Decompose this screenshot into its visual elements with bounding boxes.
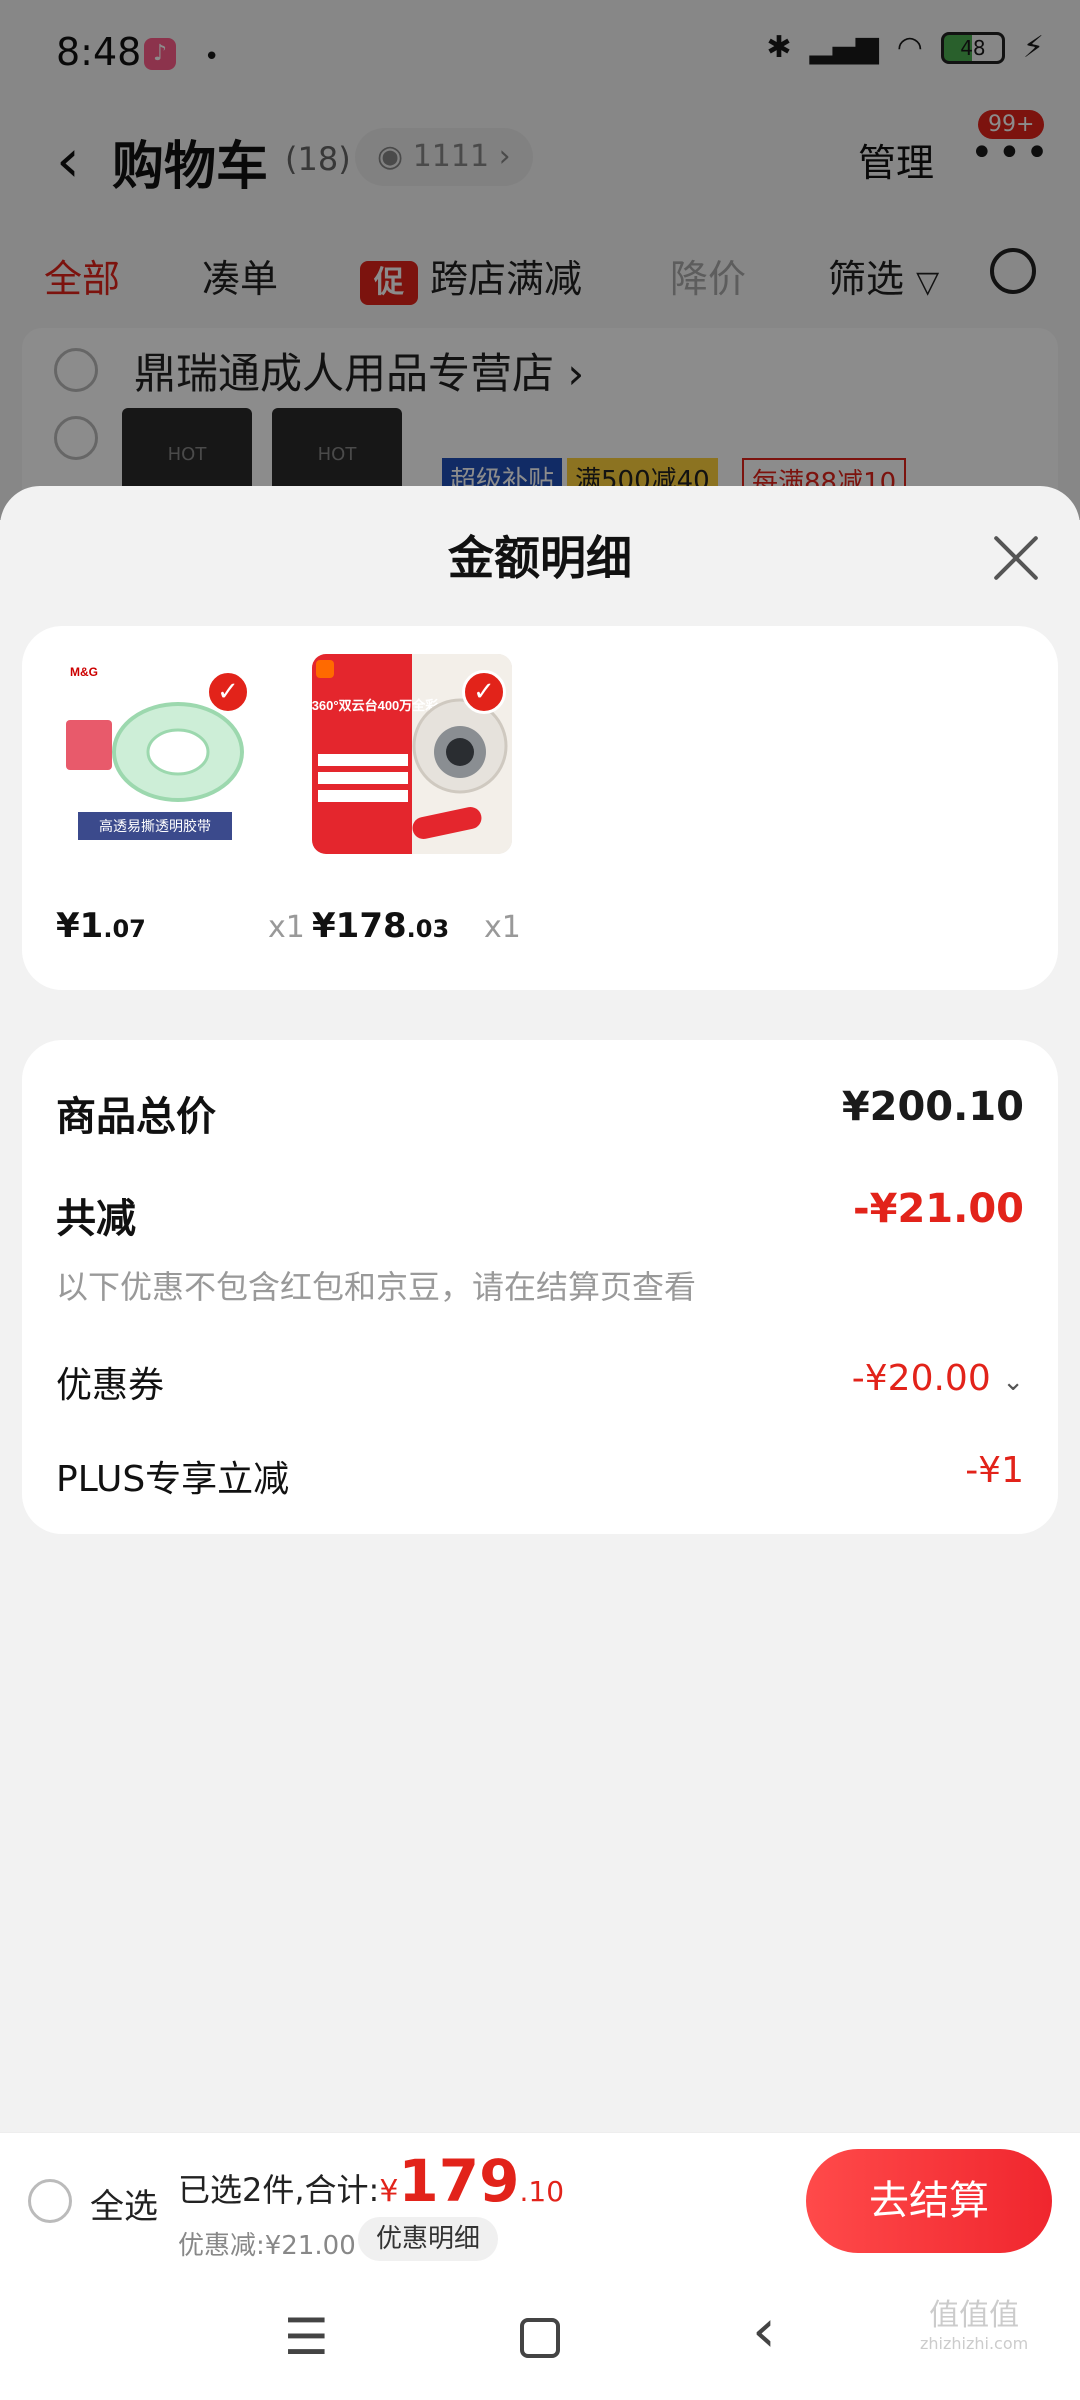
product-price: ¥1.07 [56,906,146,946]
subtotal-value: ¥200.10 [841,1084,1024,1130]
dim-overlay[interactable] [0,0,1080,520]
watermark: 值值值 zhizhizhi.com [920,2298,1028,2353]
subtotal-label: 商品总价 [56,1094,216,1140]
watermark-site: zhizhizhi.com [920,2334,1029,2353]
selected-count: 已选2件,合计: [178,2171,380,2209]
total-row: 已选2件,合计: ¥ 179 .10 [178,2147,564,2215]
chevron-down-icon: ⌄ [1002,1367,1024,1397]
price-dec: .07 [103,915,146,943]
price-int: ¥178 [312,906,407,946]
back-nav-icon[interactable]: ‹ [752,2296,776,2366]
amount-detail-sheet: 金额明细 M&G 高透易撕透明胶带 ✓ ¥1.07 x1 360°双云台400万… [0,486,1080,2400]
total-dec: .10 [519,2175,565,2208]
product-item[interactable]: M&G 高透易撕透明胶带 ✓ ¥1.07 x1 [56,654,305,946]
system-nav-bar: ☰ ‹ 值值值 zhizhizhi.com [0,2268,1080,2400]
watermark-text: 值值值 [929,2298,1020,2333]
select-all-radio[interactable] [28,2179,72,2223]
product-qty: x1 [268,910,305,945]
checkout-bar: 全选 已选2件,合计: ¥ 179 .10 优惠减:¥21.00 优惠明细 去结… [0,2132,1080,2268]
product-image-camera: 室外360°双云台400万全彩 ✓ [312,654,512,854]
selected-products-card: M&G 高透易撕透明胶带 ✓ ¥1.07 x1 室外360 [22,626,1058,990]
total-int: 179 [398,2147,520,2215]
coupon-value: -¥20.00 [851,1358,991,1399]
total-currency: ¥ [379,2174,399,2209]
plus-discount-value: -¥1 [965,1450,1024,1491]
coupon-label: 优惠券 [56,1365,165,1406]
plus-discount-label: PLUS专享立减 [56,1459,290,1500]
reduction-label: 共减 [56,1196,136,1242]
brand-logo: M&G [70,665,98,679]
sheet-title: 金额明细 [448,531,632,585]
reduction-note: 以下优惠不包含红包和京豆，请在结算页查看 [56,1268,697,1306]
select-all-label[interactable]: 全选 [90,2179,158,2228]
close-icon[interactable] [986,528,1046,588]
reduction-value: -¥21.00 [853,1186,1024,1232]
product-price: ¥178.03 [312,906,449,946]
price-summary-card: 商品总价 ¥200.10 共减 -¥21.00 以下优惠不包含红包和京豆，请在结… [22,1040,1058,1534]
discount-detail-button[interactable]: 优惠明细 [358,2217,499,2261]
svg-text:室外360°双云台400万全彩: 室外360°双云台400万全彩 [312,698,438,713]
check-icon: ✓ [462,670,506,714]
price-dec: .03 [406,915,450,943]
svg-text:高透易撕透明胶带: 高透易撕透明胶带 [99,818,211,834]
price-int: ¥1 [56,906,104,946]
discount-amount: 优惠减:¥21.00 [178,2231,356,2261]
home-icon[interactable] [520,2318,560,2358]
coupon-row[interactable]: -¥20.00 ⌄ [852,1358,1024,1399]
menu-icon[interactable]: ☰ [284,2308,329,2366]
product-image-tape: M&G 高透易撕透明胶带 ✓ [56,654,256,854]
checkout-button[interactable]: 去结算 [806,2149,1052,2253]
check-icon: ✓ [206,670,250,714]
product-qty: x1 [484,910,521,945]
product-item[interactable]: 室外360°双云台400万全彩 ✓ ¥178.03 x1 [312,654,521,946]
